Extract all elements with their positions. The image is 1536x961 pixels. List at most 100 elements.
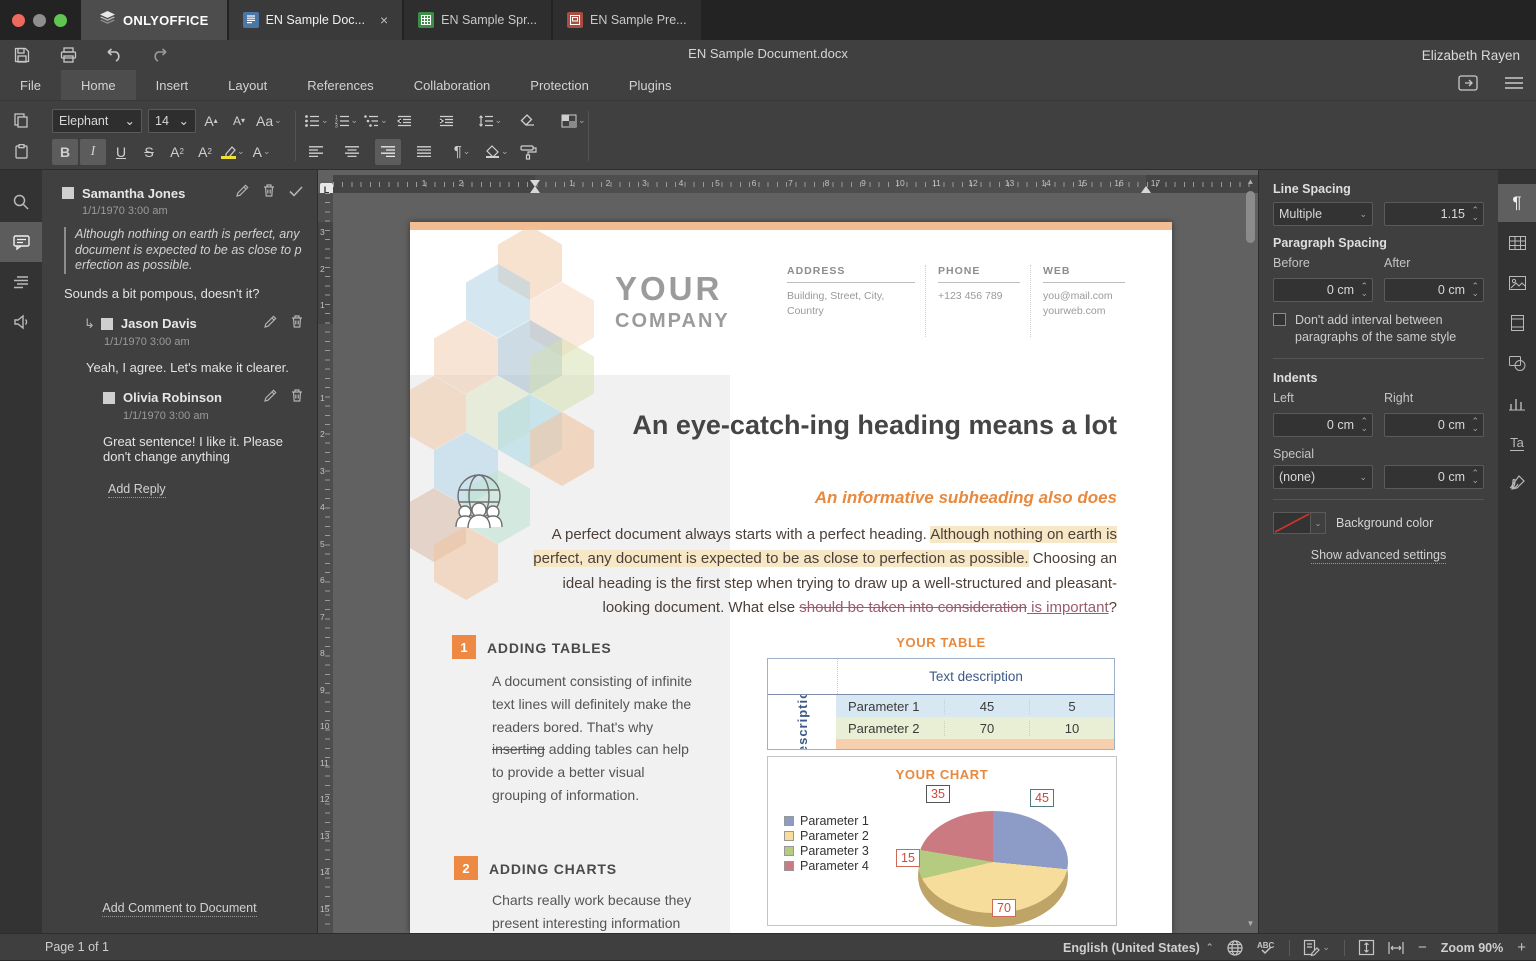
add-comment-to-document-link[interactable]: Add Comment to Document (102, 901, 256, 917)
close-window-button[interactable] (12, 14, 25, 27)
nonprinting-characters-button[interactable]: ¶⌄ (449, 139, 475, 165)
language-selector[interactable]: English (United States)⌃ (1063, 941, 1213, 955)
tab-presentation[interactable]: EN Sample Pre... (553, 0, 701, 40)
subscript-button[interactable]: A2 (192, 139, 218, 165)
delete-comment-icon[interactable] (263, 184, 275, 202)
line-spacing-value-spinner[interactable]: 1.15⌃⌄ (1384, 202, 1484, 226)
track-changes-icon[interactable]: ⌄ (1304, 940, 1330, 955)
search-icon[interactable] (0, 182, 42, 222)
align-left-button[interactable] (303, 139, 329, 165)
add-reply-link[interactable]: Add Reply (108, 482, 166, 498)
indent-right-spinner[interactable]: 0 cm⌃⌄ (1384, 413, 1484, 437)
underline-button[interactable]: U (108, 139, 134, 165)
edit-comment-icon[interactable] (264, 389, 277, 407)
multilevel-list-button[interactable]: ⌄ (362, 108, 390, 134)
image-settings-icon[interactable] (1498, 264, 1536, 302)
numbering-button[interactable]: 123⌄ (333, 108, 361, 134)
justify-button[interactable] (411, 139, 437, 165)
color-scheme-button[interactable]: ⌄ (559, 108, 588, 134)
italic-button[interactable]: I (80, 139, 106, 165)
paragraph-shading-button[interactable]: ⌄ (483, 139, 511, 165)
document-table[interactable]: Text description Description Parameter 1… (767, 658, 1115, 750)
horizontal-ruler[interactable]: 211234567891011121314151617 (333, 175, 1258, 193)
tab-layout[interactable]: Layout (208, 70, 287, 100)
document-scrollbar[interactable]: ▲ ▼ (1244, 175, 1257, 930)
tab-plugins[interactable]: Plugins (609, 70, 692, 100)
clear-style-button[interactable] (515, 108, 541, 134)
font-color-button[interactable]: A⌄ (249, 139, 275, 165)
minimize-window-button[interactable] (33, 14, 46, 27)
hamburger-menu-icon[interactable] (1504, 76, 1524, 95)
highlight-color-button[interactable]: ⌄ (220, 139, 247, 165)
align-right-button[interactable] (375, 139, 401, 165)
scroll-down-icon[interactable]: ▼ (1244, 917, 1257, 930)
close-tab-icon[interactable]: × (380, 12, 388, 28)
strikethrough-button[interactable]: S (136, 139, 162, 165)
spell-check-icon[interactable]: ABC (1257, 940, 1275, 955)
feedback-icon[interactable] (0, 302, 42, 342)
tab-document[interactable]: EN Sample Doc... × (229, 0, 403, 40)
onlyoffice-main-tab[interactable]: ONLYOFFICE (81, 0, 227, 40)
delete-comment-icon[interactable] (291, 389, 303, 407)
indent-left-spinner[interactable]: 0 cm⌃⌄ (1273, 413, 1373, 437)
scroll-up-icon[interactable]: ▲ (1244, 175, 1257, 188)
font-size-select[interactable]: 14⌄ (148, 109, 196, 133)
header-footer-settings-icon[interactable] (1498, 304, 1536, 342)
table-settings-icon[interactable] (1498, 224, 1536, 262)
signature-settings-icon[interactable] (1498, 464, 1536, 502)
increase-font-size-button[interactable]: A▴ (198, 108, 224, 134)
edit-comment-icon[interactable] (236, 184, 249, 202)
hanging-indent-marker[interactable] (530, 186, 540, 193)
zoom-level[interactable]: Zoom 90% (1441, 941, 1504, 955)
open-file-location-icon[interactable] (1458, 75, 1478, 96)
copy-style-button[interactable] (515, 139, 541, 165)
text-art-settings-icon[interactable]: Ta (1498, 424, 1536, 462)
spacing-after-spinner[interactable]: 0 cm⌃⌄ (1384, 278, 1484, 302)
copy-button[interactable] (8, 108, 34, 134)
tab-collaboration[interactable]: Collaboration (394, 70, 511, 100)
scrollbar-thumb[interactable] (1246, 191, 1255, 243)
tab-insert[interactable]: Insert (136, 70, 209, 100)
set-language-icon[interactable] (1227, 940, 1243, 956)
tab-file[interactable]: File (0, 70, 61, 100)
tab-protection[interactable]: Protection (510, 70, 609, 100)
comments-panel-icon[interactable] (0, 222, 42, 262)
delete-comment-icon[interactable] (291, 315, 303, 333)
tab-references[interactable]: References (287, 70, 393, 100)
tab-home[interactable]: Home (61, 70, 136, 100)
paste-button[interactable] (8, 139, 34, 165)
fit-width-icon[interactable] (1388, 942, 1404, 954)
navigation-panel-icon[interactable] (0, 262, 42, 302)
document-chart[interactable]: YOUR CHART Parameter 1 Parameter 2 Param… (767, 756, 1117, 926)
background-color-swatch[interactable] (1273, 512, 1311, 534)
align-center-button[interactable] (339, 139, 365, 165)
resolve-comment-icon[interactable] (289, 184, 303, 202)
change-case-button[interactable]: Aa⌄ (254, 108, 284, 134)
shape-settings-icon[interactable] (1498, 344, 1536, 382)
decrease-indent-button[interactable] (392, 108, 418, 134)
line-spacing-select[interactable]: Multiple⌄ (1273, 202, 1373, 226)
spacing-before-spinner[interactable]: 0 cm⌃⌄ (1273, 278, 1373, 302)
special-select[interactable]: (none)⌄ (1273, 465, 1373, 489)
bullets-button[interactable]: ⌄ (303, 108, 331, 134)
show-advanced-settings-link[interactable]: Show advanced settings (1311, 548, 1447, 564)
right-indent-marker[interactable] (1141, 186, 1151, 193)
fit-page-icon[interactable] (1359, 940, 1374, 955)
edit-comment-icon[interactable] (264, 315, 277, 333)
zoom-out-icon[interactable]: − (1418, 939, 1427, 956)
line-spacing-button[interactable]: ⌄ (476, 108, 505, 134)
tab-spreadsheet[interactable]: EN Sample Spr... (404, 0, 551, 40)
chart-settings-icon[interactable] (1498, 384, 1536, 422)
zoom-in-icon[interactable]: + (1517, 939, 1526, 956)
increase-indent-button[interactable] (434, 108, 460, 134)
vertical-ruler[interactable]: 32112345678910111213141516 (318, 193, 333, 933)
bold-button[interactable]: B (52, 139, 78, 165)
special-amount-spinner[interactable]: 0 cm⌃⌄ (1384, 465, 1484, 489)
interval-checkbox[interactable] (1273, 313, 1286, 326)
page-indicator[interactable]: Page 1 of 1 (45, 940, 109, 954)
superscript-button[interactable]: A2 (164, 139, 190, 165)
paragraph-settings-icon[interactable]: ¶ (1498, 184, 1536, 222)
document-page[interactable]: YOUR COMPANY ADDRESS Building, Street, C… (410, 222, 1172, 933)
background-color-dropdown-icon[interactable]: ⌄ (1311, 512, 1326, 534)
maximize-window-button[interactable] (54, 14, 67, 27)
